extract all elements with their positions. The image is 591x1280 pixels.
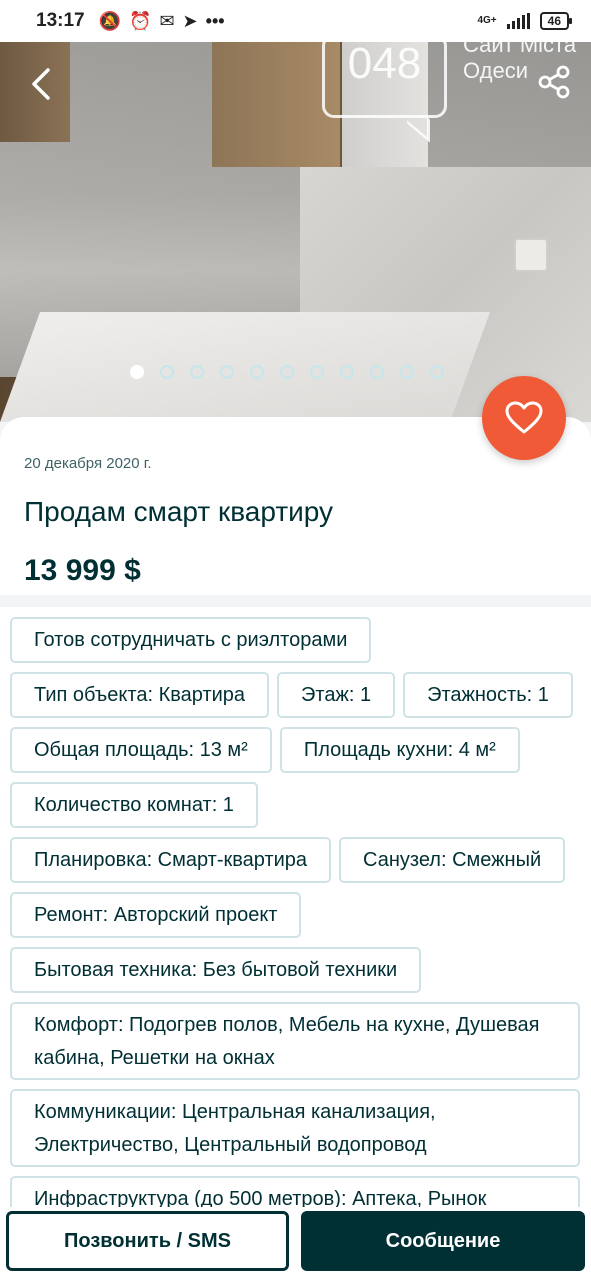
listing-parameters: Готов сотрудничать с риэлторами Тип объек… (0, 607, 591, 1207)
message-button[interactable]: Сообщение (301, 1211, 585, 1271)
gallery-dot[interactable] (370, 365, 384, 379)
mute-icon: 🔕 (98, 11, 122, 31)
favorite-button[interactable] (482, 376, 566, 460)
socket-in-photo (514, 238, 548, 272)
call-sms-button[interactable]: Позвонить / SMS (6, 1211, 289, 1271)
share-icon (538, 65, 570, 99)
back-button[interactable] (24, 62, 60, 106)
gallery-pagination[interactable] (130, 365, 444, 379)
site-watermark-logo: 048 (322, 34, 447, 118)
parameter-tag: Тип объекта: Квартира (10, 672, 270, 718)
gallery-dot[interactable] (310, 365, 324, 379)
parameter-tag: Этаж: 1 (277, 672, 396, 718)
parameter-tag: Ремонт: Авторский проект (10, 892, 302, 938)
status-bar: 13:17 🔕 ⏰ ✉ ➤ ••• 4G+ 46 (0, 0, 591, 42)
gallery-dot[interactable] (250, 365, 264, 379)
gallery-dot[interactable] (400, 365, 414, 379)
parameter-tag-wide: Коммуникации: Центральная канализация, Э… (10, 1089, 580, 1167)
parameter-tag: Количество комнат: 1 (10, 782, 258, 828)
listing-date: 20 декабря 2020 г. (24, 455, 152, 472)
status-icons: 🔕 ⏰ ✉ ➤ ••• (99, 12, 225, 30)
listing-price: 13 999 $ (24, 554, 141, 587)
gallery-dot[interactable] (220, 365, 234, 379)
gallery-dot[interactable] (430, 365, 444, 379)
share-button[interactable] (536, 64, 572, 100)
gallery-dot[interactable] (280, 365, 294, 379)
chevron-left-icon (32, 68, 50, 100)
parameter-tag-wide: Инфраструктура (до 500 метров): Аптека, … (10, 1176, 580, 1207)
network-type: 4G+ (477, 15, 497, 26)
parameter-tag: Санузел: Смежный (339, 837, 566, 883)
parameter-tag: Планировка: Смарт-квартира (10, 837, 332, 883)
status-time: 13:17 (36, 10, 85, 31)
gallery-dot[interactable] (190, 365, 204, 379)
listing-title: Продам смарт квартиру (24, 496, 334, 527)
parameter-tag: Этажность: 1 (403, 672, 573, 718)
heart-icon (505, 401, 543, 434)
action-bar: Позвонить / SMS Сообщение (0, 1207, 591, 1280)
alarm-icon: ⏰ (129, 11, 152, 31)
telegram-icon: ➤ (182, 11, 198, 31)
gallery-dot[interactable] (340, 365, 354, 379)
signal-icon (506, 13, 530, 29)
parameter-tag: Площадь кухни: 4 м² (279, 727, 520, 773)
parameter-tag: Готов сотрудничать с риэлторами (10, 617, 372, 663)
parameter-tag: Общая площадь: 13 м² (10, 727, 272, 773)
parameter-tag: Бытовая техника: Без бытовой техники (10, 947, 422, 993)
tags-list: Готов сотрудничать с риэлторами Тип объек… (10, 617, 581, 1207)
message-icon: ✉ (159, 11, 175, 31)
more-icon: ••• (205, 11, 225, 31)
gallery-dot[interactable] (130, 365, 144, 379)
parameter-tag-wide: Комфорт: Подогрев полов, Мебель на кухне… (10, 1002, 580, 1080)
battery-icon: 46 (539, 12, 573, 30)
gallery-dot[interactable] (160, 365, 174, 379)
